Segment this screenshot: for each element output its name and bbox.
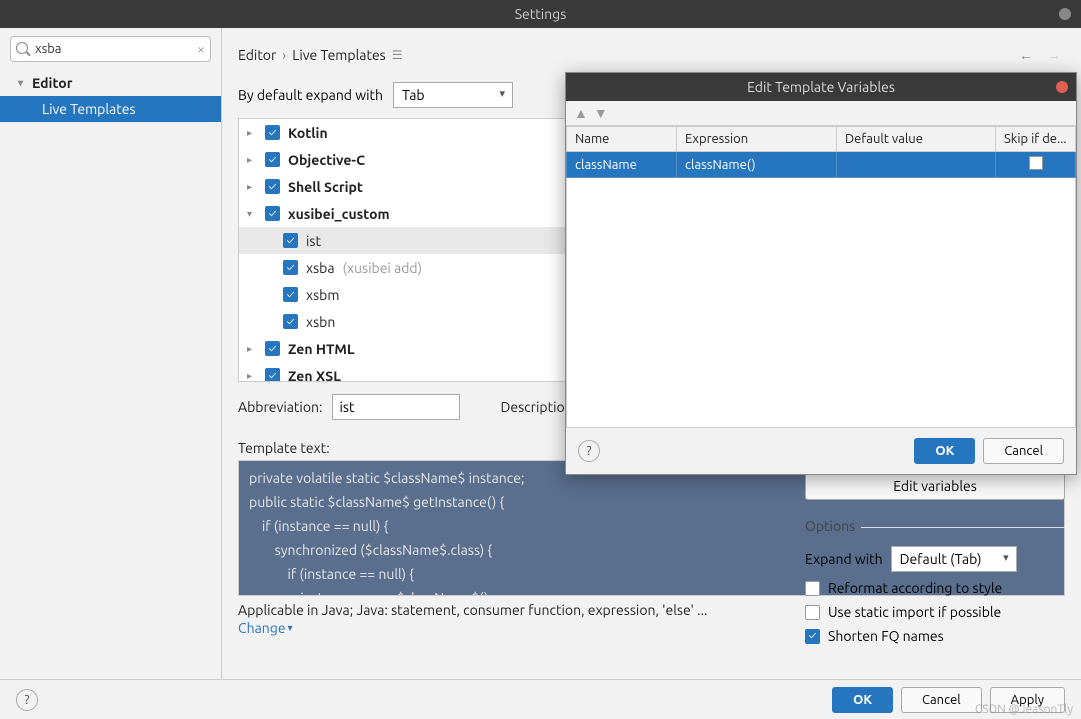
expand-with-select[interactable]: Tab xyxy=(393,82,513,108)
group-label: Kotlin xyxy=(288,125,328,141)
close-icon[interactable] xyxy=(1056,81,1068,93)
expand-with-option-select[interactable]: Default (Tab) xyxy=(891,546,1017,572)
checkbox-checked-icon[interactable]: ✓ xyxy=(283,287,298,302)
dialog-footer: ? OK Cancel xyxy=(566,428,1076,474)
option-reformat[interactable]: Reformat according to style xyxy=(805,580,1065,596)
checkbox-icon[interactable] xyxy=(1029,156,1043,170)
checkbox-checked-icon[interactable]: ✓ xyxy=(283,233,298,248)
cell-skip[interactable] xyxy=(996,152,1076,178)
table-row[interactable]: className className() xyxy=(567,152,1076,178)
chevron-right-icon[interactable]: ▸ xyxy=(247,343,261,355)
ok-button[interactable]: OK xyxy=(832,687,893,713)
sidebar-tree: ▾ Editor Live Templates xyxy=(0,70,221,679)
option-label: Shorten FQ names xyxy=(828,628,944,644)
window-control-dot[interactable] xyxy=(1059,8,1071,20)
checkbox-checked-icon[interactable]: ✓ xyxy=(265,125,280,140)
arrow-up-icon[interactable]: ▲ xyxy=(574,105,588,121)
option-label: Reformat according to style xyxy=(828,580,1002,596)
checkbox-icon[interactable] xyxy=(805,581,820,596)
checkbox-checked-icon[interactable]: ✓ xyxy=(265,206,280,221)
breadcrumb-part[interactable]: Live Templates xyxy=(292,47,386,63)
search-icon xyxy=(16,42,28,54)
edit-template-variables-dialog: Edit Template Variables ▲ ▼ Name Express… xyxy=(565,72,1077,475)
checkbox-checked-icon[interactable]: ✓ xyxy=(805,629,820,644)
checkbox-checked-icon[interactable]: ✓ xyxy=(265,341,280,356)
cancel-button[interactable]: Cancel xyxy=(901,687,982,713)
dialog-footer: ? OK Cancel Apply CSDN @JeasonTly xyxy=(0,679,1081,719)
sidebar-search-wrap: × xyxy=(0,28,221,70)
col-name[interactable]: Name xyxy=(567,127,677,152)
window-titlebar: Settings xyxy=(0,0,1081,28)
help-button[interactable]: ? xyxy=(578,440,600,462)
col-default[interactable]: Default value xyxy=(837,127,996,152)
checkbox-checked-icon[interactable]: ✓ xyxy=(283,314,298,329)
applicable-contexts: Applicable in Java; Java: statement, con… xyxy=(238,602,758,618)
template-hint: (xusibei add) xyxy=(343,260,422,276)
template-label: xsba xyxy=(306,260,335,276)
chevron-right-icon[interactable]: ▸ xyxy=(247,370,261,382)
checkbox-checked-icon[interactable]: ✓ xyxy=(283,260,298,275)
edit-variables-button[interactable]: Edit variables xyxy=(805,472,1065,500)
dialog-ok-button[interactable]: OK xyxy=(914,438,975,464)
apply-button[interactable]: Apply xyxy=(990,687,1065,713)
dialog-nav-arrows: ▲ ▼ xyxy=(566,101,1076,126)
help-button[interactable]: ? xyxy=(16,689,38,711)
chevron-right-icon[interactable]: ▸ xyxy=(247,154,261,166)
breadcrumb-part[interactable]: Editor xyxy=(238,47,276,63)
template-label: ist xyxy=(306,233,321,249)
abbreviation-input[interactable] xyxy=(332,394,460,420)
option-static-import[interactable]: Use static import if possible xyxy=(805,604,1065,620)
expand-with-label: Expand with xyxy=(805,551,883,567)
checkbox-checked-icon[interactable]: ✓ xyxy=(265,152,280,167)
clear-search-icon[interactable]: × xyxy=(197,41,205,57)
chevron-right-icon[interactable]: ▸ xyxy=(247,127,261,139)
breadcrumb: Editor › Live Templates ☰ ← → xyxy=(238,38,1065,72)
breadcrumb-separator: › xyxy=(282,47,286,63)
dialog-cancel-button[interactable]: Cancel xyxy=(983,438,1064,464)
cell-expression[interactable]: className() xyxy=(677,152,837,178)
nav-back-icon[interactable]: ← xyxy=(1015,47,1037,63)
chevron-right-icon[interactable]: ▸ xyxy=(247,181,261,193)
options-heading: Options xyxy=(805,518,1065,534)
dialog-titlebar: Edit Template Variables xyxy=(566,73,1076,101)
nav-forward-icon[interactable]: → xyxy=(1043,47,1065,63)
dialog-title: Edit Template Variables xyxy=(747,79,895,95)
group-label: Shell Script xyxy=(288,179,363,195)
col-skip[interactable]: Skip if de... xyxy=(996,127,1076,152)
checkbox-checked-icon[interactable]: ✓ xyxy=(265,368,280,382)
change-link-label: Change xyxy=(238,620,286,636)
sidebar-search-input[interactable] xyxy=(10,36,211,62)
template-label: xsbm xyxy=(306,287,339,303)
checkbox-icon[interactable] xyxy=(805,605,820,620)
window-title: Settings xyxy=(515,6,567,22)
option-label: Use static import if possible xyxy=(828,604,1001,620)
abbreviation-label: Abbreviation: xyxy=(238,399,322,415)
cell-default[interactable] xyxy=(837,152,996,178)
expand-with-option-row: Expand with Default (Tab) xyxy=(805,546,1065,572)
sidebar-item-editor[interactable]: ▾ Editor xyxy=(0,70,221,96)
template-label: xsbn xyxy=(306,314,335,330)
settings-sidebar: × ▾ Editor Live Templates xyxy=(0,28,222,679)
sidebar-item-label: Editor xyxy=(32,75,72,91)
group-label: xusibei_custom xyxy=(288,206,390,222)
col-expression[interactable]: Expression xyxy=(677,127,837,152)
reset-icon[interactable]: ☰ xyxy=(392,48,403,62)
cell-name[interactable]: className xyxy=(567,152,677,178)
group-label: Zen HTML xyxy=(288,341,355,357)
expand-with-label: By default expand with xyxy=(238,87,383,103)
group-label: Zen XSL xyxy=(288,368,341,383)
chevron-down-icon[interactable]: ▾ xyxy=(247,208,261,220)
group-label: Objective-C xyxy=(288,152,365,168)
option-shorten-fq[interactable]: ✓ Shorten FQ names xyxy=(805,628,1065,644)
chevron-down-icon: ▾ xyxy=(18,77,28,89)
chevron-down-icon: ▾ xyxy=(288,622,293,634)
checkbox-checked-icon[interactable]: ✓ xyxy=(265,179,280,194)
template-options-panel: Edit variables Options Expand with Defau… xyxy=(805,472,1065,652)
arrow-down-icon[interactable]: ▼ xyxy=(594,105,608,121)
table-header-row: Name Expression Default value Skip if de… xyxy=(567,127,1076,152)
sidebar-item-label: Live Templates xyxy=(42,101,136,117)
variables-table-empty-area xyxy=(566,178,1076,428)
sidebar-item-live-templates[interactable]: Live Templates xyxy=(0,96,221,122)
variables-table[interactable]: Name Expression Default value Skip if de… xyxy=(566,126,1076,178)
